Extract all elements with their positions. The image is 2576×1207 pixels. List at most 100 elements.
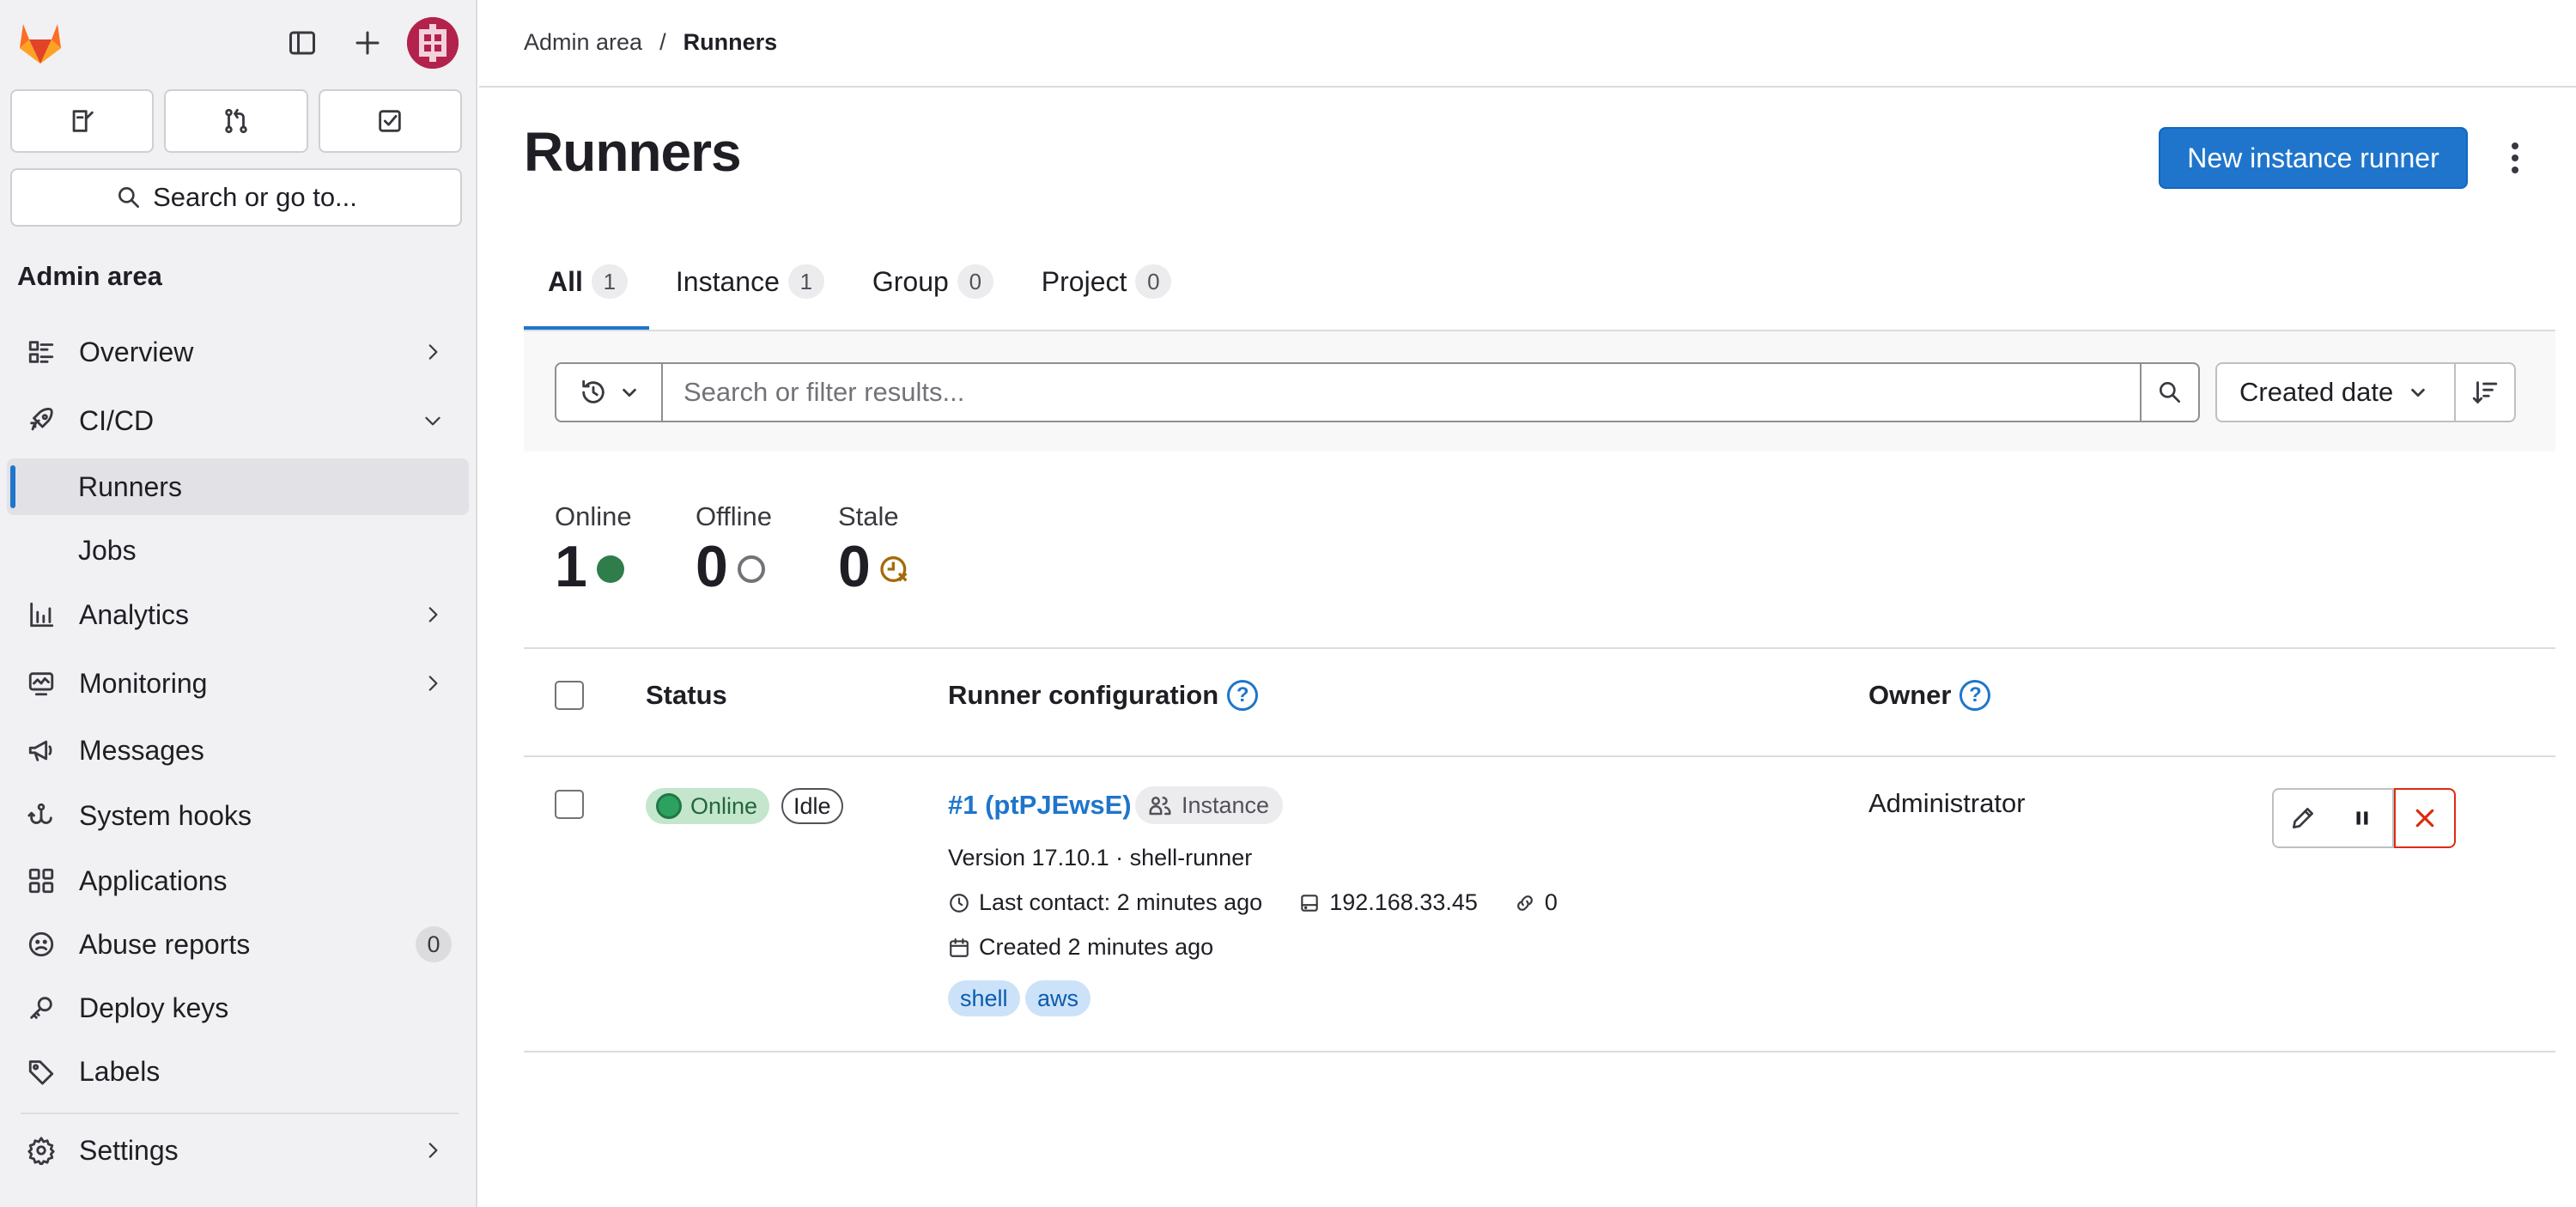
todos-button[interactable]	[318, 89, 462, 153]
label-icon	[22, 1052, 60, 1090]
delete-runner-button[interactable]	[2394, 788, 2456, 848]
tab-project[interactable]: Project 0	[1018, 251, 1196, 330]
breadcrumb-current[interactable]: Runners	[683, 29, 778, 56]
rocket-icon	[22, 402, 60, 440]
sidebar-item-applications[interactable]: Applications	[7, 852, 469, 910]
sidebar-item-runners[interactable]: Runners	[7, 458, 469, 515]
sidebar-item-system-hooks[interactable]: System hooks	[7, 786, 469, 845]
sidebar-item-messages[interactable]: Messages	[7, 721, 469, 779]
stat-stale: Stale 0	[838, 501, 912, 599]
avatar[interactable]	[407, 17, 459, 69]
tab-count-badge: 0	[1135, 264, 1172, 299]
sidebar-item-overview[interactable]: Overview	[7, 323, 469, 381]
sidebar-item-label: Monitoring	[79, 667, 208, 699]
breadcrumb: Admin area / Runners	[524, 29, 777, 56]
chart-icon	[22, 596, 60, 634]
filter-bar: Search or filter results... Created date	[524, 331, 2555, 452]
pause-runner-button[interactable]	[2332, 788, 2394, 848]
users-icon	[1147, 792, 1173, 818]
stat-label: Offline	[696, 501, 773, 531]
table-bottom-divider	[524, 1051, 2555, 1052]
pencil-icon	[2289, 804, 2317, 832]
issues-icon	[68, 106, 97, 136]
sidebar-item-jobs[interactable]: Jobs	[7, 522, 469, 579]
filter-search-input[interactable]: Search or filter results...	[663, 362, 2142, 422]
chevron-down-icon	[620, 383, 639, 402]
chevron-down-icon	[416, 403, 450, 438]
last-contact-text: Last contact: 2 minutes ago	[979, 889, 1263, 915]
runner-meta-line: Last contact: 2 minutes ago 192.168.33.4…	[948, 889, 1558, 916]
online-status-icon	[594, 550, 627, 583]
pause-icon	[2351, 807, 2373, 829]
sidebar-item-analytics[interactable]: Analytics	[7, 585, 469, 644]
header-status[interactable]: Status	[646, 680, 727, 711]
tab-all[interactable]: All 1	[524, 251, 652, 330]
status-badge-idle: Idle	[781, 788, 843, 824]
ip-address-text: 192.168.33.45	[1329, 889, 1478, 915]
runner-name-link[interactable]: #1 (ptPJEwsE)	[948, 790, 1132, 821]
search-button[interactable]: Search or go to...	[10, 168, 462, 227]
help-question-icon[interactable]: ?	[1227, 680, 1259, 711]
table-header-divider	[524, 755, 2555, 757]
sad-face-icon	[22, 925, 60, 963]
header-runner-configuration: Runner configuration ?	[948, 680, 1259, 711]
sidebar-item-cicd[interactable]: CI/CD	[7, 391, 469, 450]
sidebar-section-title: Admin area	[17, 261, 162, 291]
new-instance-runner-button[interactable]: New instance runner	[2159, 127, 2468, 189]
merge-requests-button[interactable]	[164, 89, 308, 153]
header-config-label: Runner configuration	[948, 680, 1219, 710]
page-title: Runners	[524, 121, 742, 183]
main-content: Admin area / Runners Runners New instanc…	[479, 0, 2576, 1207]
status-badge-label: Online	[690, 792, 758, 819]
plus-icon[interactable]	[343, 19, 392, 67]
sidebar-toggle-icon[interactable]	[278, 19, 326, 67]
server-icon	[1298, 892, 1321, 914]
tab-instance[interactable]: Instance 1	[652, 251, 848, 330]
stat-value: 0	[838, 534, 871, 599]
breadcrumb-separator: /	[659, 29, 666, 55]
jobs-count-text[interactable]: 0	[1545, 889, 1558, 916]
quick-actions	[10, 89, 462, 153]
sidebar: Search or go to... Admin area Overview C…	[0, 0, 477, 1207]
header-status-label: Status	[646, 680, 727, 710]
edit-runner-button[interactable]	[2272, 788, 2334, 848]
chevron-right-icon	[416, 335, 450, 369]
filter-search-button[interactable]	[2140, 362, 2200, 422]
runner-version-text: Version 17.10.1 · shell-runner	[948, 845, 1253, 870]
runner-type-badge: Instance	[1135, 786, 1284, 824]
issues-button[interactable]	[10, 89, 155, 153]
tab-label: All	[548, 266, 583, 297]
calendar-icon	[948, 937, 970, 959]
tab-count-badge: 1	[787, 264, 824, 299]
stat-label: Online	[555, 501, 632, 531]
todo-check-icon	[375, 106, 404, 136]
sort-field-dropdown[interactable]: Created date	[2215, 362, 2456, 422]
tab-label: Group	[872, 266, 949, 297]
select-all-checkbox[interactable]	[555, 681, 584, 710]
megaphone-icon	[22, 731, 60, 769]
sort-lowest-icon	[2470, 378, 2500, 407]
breadcrumb-parent-link[interactable]: Admin area	[524, 29, 642, 56]
row-select-checkbox[interactable]	[555, 790, 584, 819]
runner-created: Created 2 minutes ago	[948, 934, 1213, 961]
sidebar-item-label: Abuse reports	[79, 928, 251, 960]
help-question-icon[interactable]: ?	[1959, 680, 1991, 711]
sidebar-item-monitoring[interactable]: Monitoring	[7, 654, 469, 713]
gitlab-logo-icon[interactable]	[15, 17, 65, 67]
more-actions-icon[interactable]	[2494, 136, 2537, 180]
sidebar-item-label: CI/CD	[79, 404, 155, 436]
sidebar-item-settings[interactable]: Settings	[7, 1121, 469, 1180]
stat-offline: Offline 0	[696, 501, 772, 599]
status-badge-online: Online	[646, 788, 770, 824]
search-history-button[interactable]	[555, 362, 663, 422]
sidebar-item-abuse-reports[interactable]: Abuse reports 0	[7, 915, 469, 973]
gear-icon	[22, 1131, 60, 1169]
sidebar-item-label: Jobs	[78, 534, 137, 566]
sort-direction-button[interactable]	[2454, 362, 2516, 422]
tab-group[interactable]: Group 0	[848, 251, 1018, 330]
created-text: Created 2 minutes ago	[979, 934, 1214, 960]
sidebar-item-deploy-keys[interactable]: Deploy keys	[7, 979, 469, 1037]
sidebar-item-labels[interactable]: Labels	[7, 1042, 469, 1101]
chevron-right-icon	[416, 666, 450, 701]
close-icon	[2412, 805, 2438, 831]
